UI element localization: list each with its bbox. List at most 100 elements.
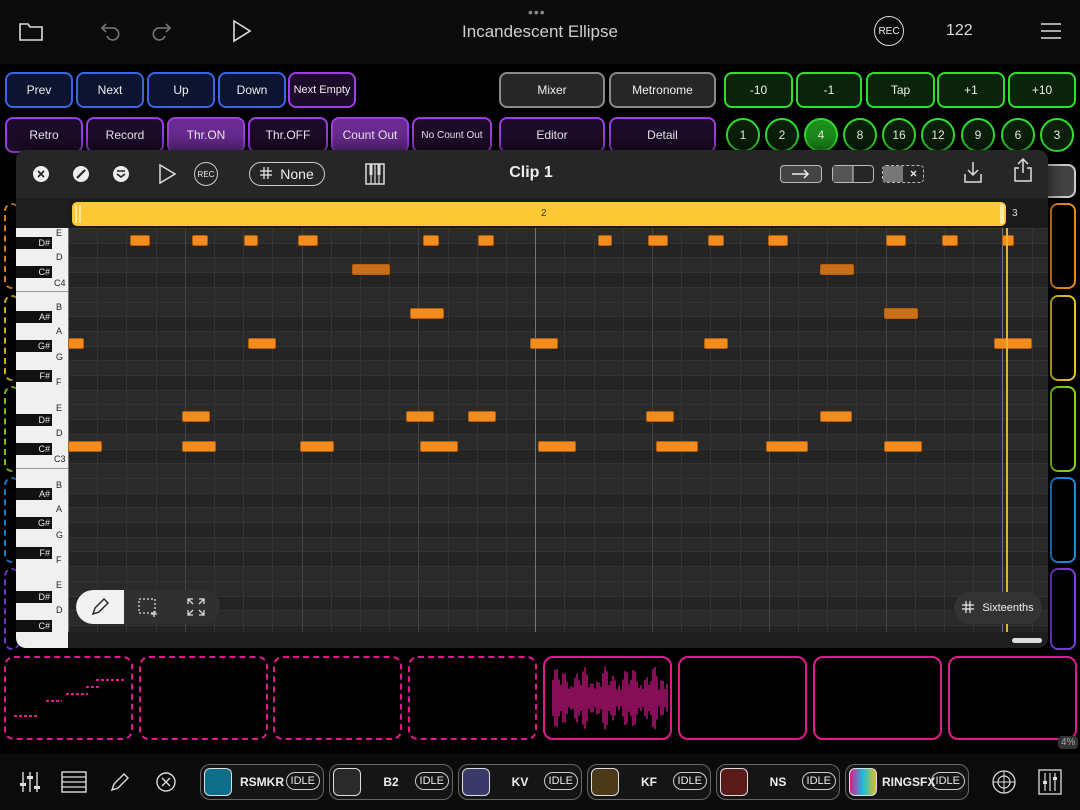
midi-note[interactable] [768, 235, 788, 246]
next-empty-button[interactable]: Next Empty [288, 72, 356, 108]
clear-icon[interactable] [70, 162, 92, 186]
midi-note[interactable] [248, 338, 276, 349]
midi-note[interactable] [820, 411, 852, 422]
clip-slot-empty[interactable] [408, 656, 537, 740]
midi-note[interactable] [766, 441, 808, 452]
midi-note[interactable] [704, 338, 728, 349]
piano-key-black[interactable]: A# [16, 488, 52, 500]
collapse-icon[interactable] [110, 162, 132, 186]
piano-key-black[interactable]: D# [16, 591, 52, 603]
plugin-status[interactable]: IDLE [930, 772, 965, 790]
follow-icon[interactable] [780, 165, 822, 183]
metronome-button[interactable]: Metronome [609, 72, 716, 108]
bpm-display[interactable]: 122 [946, 22, 973, 40]
piano-icon[interactable] [364, 162, 386, 186]
length-1-button[interactable]: 1 [726, 118, 760, 152]
menu-icon[interactable] [1036, 16, 1066, 46]
plugin-slot[interactable]: B2 IDLE [329, 764, 453, 800]
midi-note[interactable] [942, 235, 958, 246]
play-clip-icon[interactable] [156, 162, 178, 186]
midi-note[interactable] [656, 441, 698, 452]
thru-on-button[interactable]: Thr.ON [167, 117, 245, 153]
retro-button[interactable]: Retro [5, 117, 83, 153]
clip-slot-audio[interactable] [543, 656, 672, 740]
undo-icon[interactable] [96, 16, 126, 46]
midi-note[interactable] [884, 441, 922, 452]
length-12-button[interactable]: 12 [921, 118, 955, 152]
no-count-out-button[interactable]: No Count Out [412, 117, 492, 153]
editor-button[interactable]: Editor [499, 117, 605, 153]
plugin-slot[interactable]: RSMKR IDLE [200, 764, 324, 800]
piano-keyboard[interactable]: E D# D C# C4 B A# A G# G F# F E D# D C# … [16, 228, 68, 648]
midi-note[interactable] [68, 338, 84, 349]
midi-note[interactable] [598, 235, 612, 246]
midi-note[interactable] [646, 411, 674, 422]
loop-start-handle[interactable] [75, 205, 81, 223]
midi-note[interactable] [1002, 235, 1014, 246]
track-slot[interactable] [1050, 295, 1076, 381]
plugin-status[interactable]: IDLE [543, 772, 578, 790]
record-mode-button[interactable]: Record [86, 117, 164, 153]
tempo-plus-10-button[interactable]: +10 [1008, 72, 1076, 108]
clip-slot-empty[interactable] [813, 656, 942, 740]
clip-slot-empty[interactable] [139, 656, 268, 740]
track-slot[interactable] [1050, 477, 1076, 563]
length-8-button[interactable]: 8 [843, 118, 877, 152]
midi-note[interactable] [244, 235, 258, 246]
plugin-status[interactable]: IDLE [285, 772, 320, 790]
midi-note[interactable] [478, 235, 494, 246]
midi-note[interactable] [530, 338, 558, 349]
midi-note[interactable] [130, 235, 150, 246]
window-handle[interactable]: ••• [528, 4, 546, 20]
midi-note[interactable] [884, 308, 918, 319]
down-button[interactable]: Down [218, 72, 286, 108]
tempo-minus-10-button[interactable]: -10 [724, 72, 793, 108]
mixer-button[interactable]: Mixer [499, 72, 605, 108]
tempo-minus-1-button[interactable]: -1 [796, 72, 862, 108]
pencil-tool[interactable] [76, 590, 124, 624]
midi-note[interactable] [423, 235, 439, 246]
next-button[interactable]: Next [76, 72, 144, 108]
piano-key-black[interactable]: C# [16, 620, 52, 632]
midi-note[interactable] [352, 264, 390, 275]
length-6-button[interactable]: 6 [1001, 118, 1035, 152]
tempo-plus-1-button[interactable]: +1 [937, 72, 1005, 108]
split-view-icon[interactable] [832, 165, 874, 183]
midi-note[interactable] [886, 235, 906, 246]
count-out-button[interactable]: Count Out [331, 117, 409, 153]
clip-slot-empty[interactable] [948, 656, 1077, 740]
zoom-fit-tool[interactable] [172, 590, 220, 624]
plugin-status[interactable]: IDLE [672, 772, 707, 790]
piano-key-black[interactable]: F# [16, 547, 52, 559]
play-icon[interactable] [226, 16, 256, 46]
track-slot[interactable] [1050, 203, 1076, 289]
piano-key-black[interactable]: A# [16, 311, 52, 323]
clip-slot-empty[interactable] [273, 656, 402, 740]
plugin-slot[interactable]: NS IDLE [716, 764, 840, 800]
piano-roll-grid[interactable] [68, 228, 1048, 632]
plugin-slot[interactable]: RINGSFX IDLE [845, 764, 969, 800]
midi-note[interactable] [648, 235, 668, 246]
piano-key-black[interactable]: D# [16, 237, 52, 249]
select-tool[interactable] [124, 590, 172, 624]
midi-note[interactable] [182, 441, 216, 452]
midi-note[interactable] [708, 235, 724, 246]
share-icon[interactable] [1012, 156, 1034, 184]
piano-key-black[interactable]: G# [16, 340, 52, 352]
midi-note[interactable] [468, 411, 496, 422]
plugin-slot[interactable]: KV IDLE [458, 764, 582, 800]
playhead[interactable] [1006, 228, 1008, 632]
midi-note[interactable] [420, 441, 458, 452]
close-icon[interactable] [30, 162, 52, 186]
list-icon[interactable] [60, 768, 88, 796]
track-slot[interactable] [1050, 386, 1076, 472]
loop-region[interactable] [72, 202, 1006, 226]
clip-record-button[interactable]: REC [194, 162, 218, 186]
up-button[interactable]: Up [147, 72, 215, 108]
length-4-button[interactable]: 4 [804, 118, 838, 152]
import-icon[interactable] [962, 158, 984, 186]
midi-note[interactable] [298, 235, 318, 246]
pencil-icon[interactable] [106, 768, 134, 796]
plugin-status[interactable]: IDLE [801, 772, 836, 790]
meter-icon[interactable] [1036, 768, 1064, 796]
